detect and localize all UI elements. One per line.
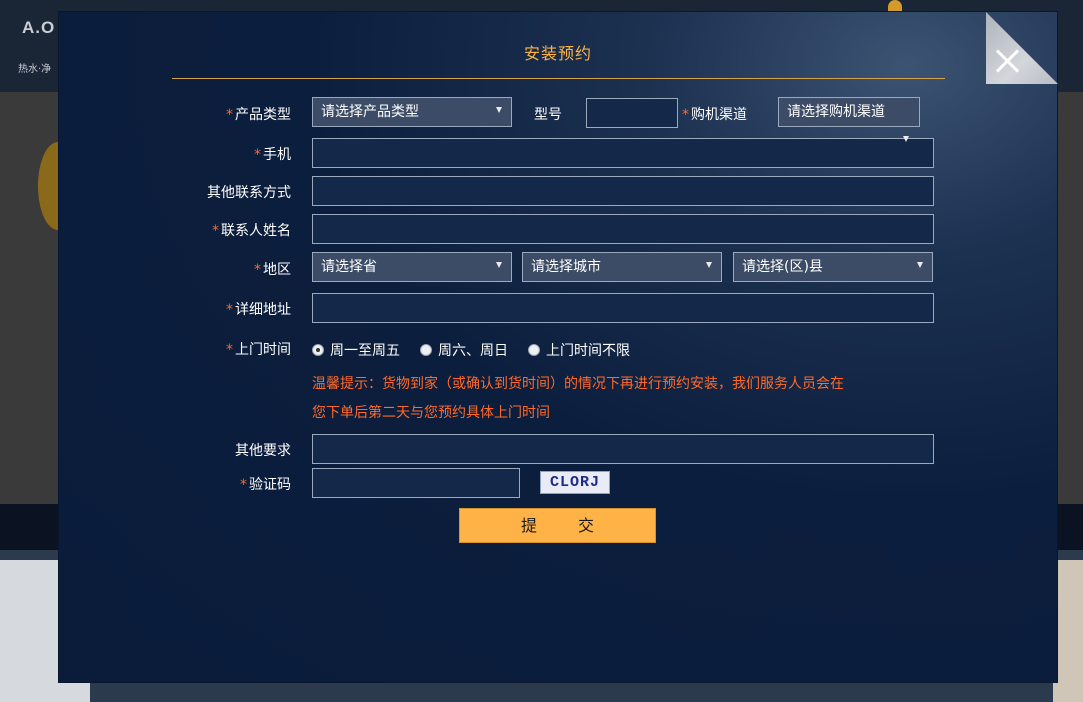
city-select[interactable]: 请选择城市 <box>522 252 722 282</box>
captcha-input[interactable] <box>312 468 520 498</box>
product-photo <box>1053 560 1083 702</box>
title-divider <box>172 78 945 79</box>
required-mark: * <box>226 342 233 358</box>
visit-option-any[interactable]: 上门时间不限 <box>528 340 630 360</box>
visit-time-label-text: 上门时间 <box>235 342 291 358</box>
site-logo: A.O <box>22 18 56 37</box>
contact-name-input[interactable] <box>312 214 934 244</box>
visit-option-label: 上门时间不限 <box>546 343 630 359</box>
visit-option-weekend[interactable]: 周六、周日 <box>420 340 508 360</box>
required-mark: * <box>240 477 247 493</box>
channel-label-text: 购机渠道 <box>691 107 747 123</box>
required-mark: * <box>226 302 233 318</box>
channel-label: * 购机渠道 <box>682 104 747 124</box>
chevron-down-icon <box>496 262 502 268</box>
other-contact-label: 其他联系方式 <box>207 185 291 201</box>
captcha-label: * 验证码 <box>179 474 291 494</box>
radio-button[interactable] <box>312 344 324 356</box>
product-type-value: 请选择产品类型 <box>321 104 419 120</box>
visit-time-options: 周一至周五 周六、周日 上门时间不限 <box>312 340 650 360</box>
model-label: 型号 <box>534 107 562 123</box>
radio-button[interactable] <box>528 344 540 356</box>
phone-input[interactable] <box>312 138 934 168</box>
required-mark: * <box>212 223 219 239</box>
other-contact-input[interactable] <box>312 176 934 206</box>
model-input[interactable] <box>586 98 678 128</box>
phone-label: * 手机 <box>179 144 291 164</box>
channel-select[interactable]: 请选择购机渠道 <box>778 97 920 127</box>
contact-name-label: * 联系人姓名 <box>179 220 291 240</box>
other-req-label: 其他要求 <box>235 443 291 459</box>
tip-line-2: 您下单后第二天与您预约具体上门时间 <box>312 405 550 421</box>
product-type-select[interactable]: 请选择产品类型 <box>312 97 512 127</box>
province-select[interactable]: 请选择省 <box>312 252 512 282</box>
captcha-image[interactable]: CLORJ <box>540 471 610 494</box>
channel-value: 请选择购机渠道 <box>787 104 885 120</box>
address-label-text: 详细地址 <box>235 302 291 318</box>
visit-option-label: 周六、周日 <box>438 343 508 359</box>
phone-label-text: 手机 <box>263 147 291 163</box>
tip-line-1: 温馨提示：货物到家（或确认到货时间）的情况下再进行预约安装，我们服务人员会在 <box>312 376 844 392</box>
chevron-down-icon <box>903 136 909 142</box>
product-type-label: * 产品类型 <box>179 104 291 124</box>
radio-button[interactable] <box>420 344 432 356</box>
city-value: 请选择城市 <box>531 259 601 275</box>
district-value: 请选择(区)县 <box>742 259 823 275</box>
submit-button[interactable]: 提 交 <box>459 508 656 543</box>
visit-time-label: * 上门时间 <box>179 339 291 359</box>
region-label-text: 地区 <box>263 262 291 278</box>
chevron-down-icon <box>496 107 502 113</box>
address-input[interactable] <box>312 293 934 323</box>
province-value: 请选择省 <box>321 259 377 275</box>
district-select[interactable]: 请选择(区)县 <box>733 252 933 282</box>
required-mark: * <box>254 262 261 278</box>
modal-title: 安装预约 <box>523 44 592 63</box>
install-appointment-modal: 安装预约 * 产品类型 请选择产品类型 型号 * 购机渠道 请选择购机渠道 * 手机 … <box>59 12 1058 682</box>
region-label: * 地区 <box>179 259 291 279</box>
visit-option-weekday[interactable]: 周一至周五 <box>312 340 400 360</box>
product-type-label-text: 产品类型 <box>235 107 291 123</box>
close-icon[interactable] <box>994 48 1020 74</box>
address-label: * 详细地址 <box>179 299 291 319</box>
required-mark: * <box>254 147 261 163</box>
site-logo-subtitle: 热水·净 <box>18 64 52 75</box>
chevron-down-icon <box>917 262 923 268</box>
chevron-down-icon <box>706 262 712 268</box>
visit-option-label: 周一至周五 <box>330 343 400 359</box>
required-mark: * <box>226 107 233 123</box>
install-tip: 温馨提示：货物到家（或确认到货时间）的情况下再进行预约安装，我们服务人员会在 您… <box>312 370 922 428</box>
contact-name-label-text: 联系人姓名 <box>221 223 291 239</box>
other-req-input[interactable] <box>312 434 934 464</box>
required-mark: * <box>682 107 689 123</box>
captcha-label-text: 验证码 <box>249 477 291 493</box>
close-button[interactable] <box>986 12 1058 84</box>
